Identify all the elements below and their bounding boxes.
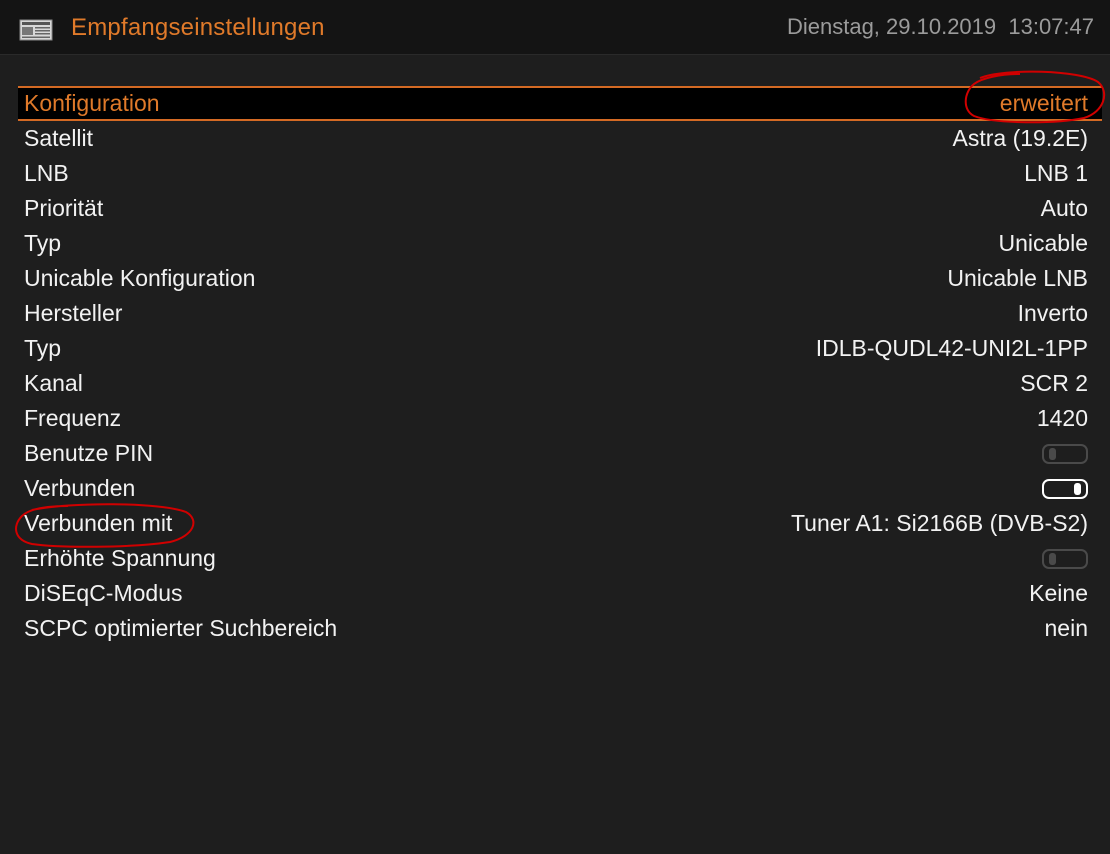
setting-label: Konfiguration: [24, 90, 160, 116]
setting-label: Unicable Konfiguration: [24, 265, 256, 291]
setting-row[interactable]: Hersteller Inverto: [18, 296, 1102, 331]
setting-value: Auto: [1040, 195, 1088, 221]
toggle-knob: [1074, 482, 1081, 495]
setting-label: DiSEqC-Modus: [24, 580, 183, 606]
setting-row[interactable]: SCPC optimierter Suchbereich nein: [18, 611, 1102, 646]
newspaper-icon: [19, 19, 53, 41]
setting-row[interactable]: Frequenz 1420: [18, 401, 1102, 436]
setting-toggle[interactable]: [1042, 443, 1088, 464]
setting-label: Satellit: [24, 125, 94, 151]
setting-label: Priorität: [24, 195, 104, 221]
setting-label: Typ: [24, 335, 62, 361]
setting-row[interactable]: Benutze PIN: [18, 436, 1102, 471]
setting-label: SCPC optimierter Suchbereich: [24, 615, 338, 641]
setting-label: LNB: [24, 160, 69, 186]
setting-row[interactable]: Verbunden: [18, 471, 1102, 506]
setting-value: Keine: [1029, 580, 1088, 606]
setting-value: 1420: [1036, 405, 1088, 431]
setting-row[interactable]: Verbunden mit Tuner A1: Si2166B (DVB-S2): [18, 506, 1102, 541]
setting-value: IDLB-QUDL42-UNI2L-1PP: [815, 335, 1088, 361]
date-time: Dienstag, 29.10.2019 13:07:47: [786, 14, 1094, 39]
setting-value: Unicable: [998, 230, 1089, 256]
setting-row[interactable]: Priorität Auto: [18, 191, 1102, 226]
setting-value: Tuner A1: Si2166B (DVB-S2): [790, 510, 1088, 536]
setting-row[interactable]: Typ Unicable: [18, 226, 1102, 261]
setting-value: LNB 1: [1024, 160, 1088, 186]
setting-row[interactable]: DiSEqC-Modus Keine: [18, 576, 1102, 611]
page-title: Empfangseinstellungen: [71, 14, 325, 41]
setting-label: Benutze PIN: [24, 440, 154, 466]
setting-value: Astra (19.2E): [952, 125, 1089, 151]
setting-row[interactable]: Erhöhte Spannung: [18, 541, 1102, 576]
setting-label: Verbunden mit: [24, 510, 173, 536]
setting-value: Inverto: [1017, 300, 1088, 326]
setting-toggle[interactable]: [1042, 548, 1088, 569]
toggle-knob: [1049, 552, 1056, 565]
setting-label: Typ: [24, 230, 62, 256]
setting-label: Verbunden: [24, 475, 136, 501]
setting-value: Unicable LNB: [947, 265, 1088, 291]
setting-label: Kanal: [24, 370, 83, 396]
screen: Empfangseinstellungen Dienstag, 29.10.20…: [0, 0, 1110, 854]
setting-row[interactable]: Konfiguration erweitert: [18, 86, 1102, 121]
setting-row[interactable]: Kanal SCR 2: [18, 366, 1102, 401]
setting-toggle[interactable]: [1042, 478, 1088, 499]
setting-row[interactable]: LNB LNB 1: [18, 156, 1102, 191]
header-bar: Empfangseinstellungen Dienstag, 29.10.20…: [0, 0, 1110, 55]
setting-label: Erhöhte Spannung: [24, 545, 216, 571]
toggle-knob: [1049, 447, 1056, 460]
setting-value: SCR 2: [1020, 370, 1088, 396]
setting-label: Hersteller: [24, 300, 123, 326]
setting-row[interactable]: Unicable Konfiguration Unicable LNB: [18, 261, 1102, 296]
settings-list: Konfiguration erweitert Satellit Astra (19.…: [18, 86, 1102, 646]
setting-value: nein: [1044, 615, 1088, 641]
setting-value: erweitert: [999, 90, 1088, 116]
setting-row[interactable]: Satellit Astra (19.2E): [18, 121, 1102, 156]
setting-row[interactable]: Typ IDLB-QUDL42-UNI2L-1PP: [18, 331, 1102, 366]
setting-label: Frequenz: [24, 405, 122, 431]
